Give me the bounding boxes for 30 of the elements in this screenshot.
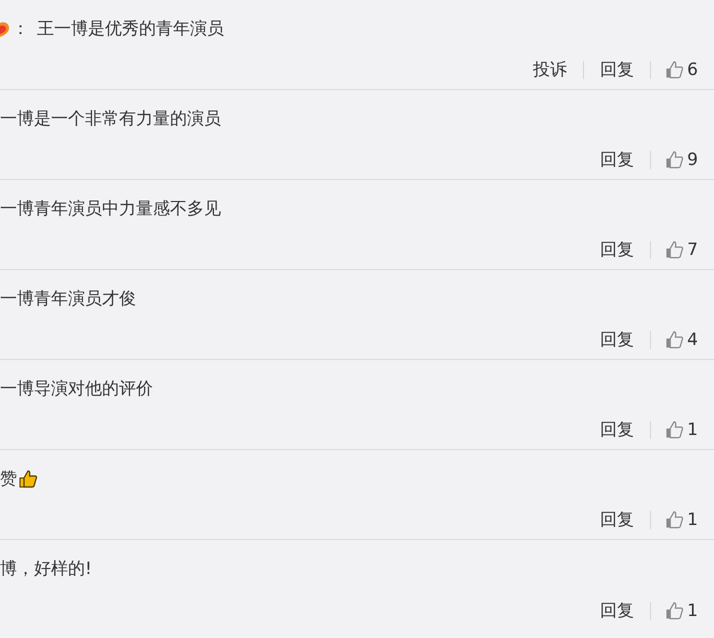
like-button[interactable]: 4: [665, 330, 698, 350]
comment-text: 一博青年演员中力量感不多见: [0, 198, 221, 220]
like-button[interactable]: 6: [665, 60, 698, 80]
thumbs-up-icon: [665, 150, 684, 169]
comment-text: 赞: [0, 468, 17, 490]
action-link[interactable]: 回复: [598, 599, 636, 622]
like-button[interactable]: 1: [665, 420, 698, 440]
thumbs-up-icon: [665, 510, 684, 529]
thumbs-up-icon: [665, 60, 684, 79]
comment-text: 一博导演对他的评价: [0, 378, 153, 400]
action-link[interactable]: 投诉: [531, 58, 570, 81]
action-link[interactable]: 回复: [598, 508, 636, 531]
colon: ：: [12, 18, 29, 40]
action-link[interactable]: 回复: [598, 328, 636, 351]
like-button[interactable]: 1: [665, 510, 698, 530]
thumbs-up-icon: [665, 330, 684, 349]
comment-text: 一博青年演员才俊: [0, 288, 136, 310]
action-link[interactable]: 回复: [598, 238, 636, 261]
thumbs-up-icon: [665, 240, 684, 259]
comment-text: 王一博是优秀的青年演员: [37, 18, 224, 40]
thumbs-up-icon: [665, 420, 684, 439]
action-link[interactable]: 回复: [598, 418, 636, 441]
like-button[interactable]: 7: [665, 240, 698, 260]
action-link[interactable]: 回复: [598, 58, 636, 81]
like-button[interactable]: 9: [665, 150, 698, 170]
comment-text: 博，好样的!: [0, 558, 92, 580]
comment-text: 一博是一个非常有力量的演员: [0, 108, 221, 130]
thumbs-up-icon: [665, 601, 684, 620]
action-link[interactable]: 回复: [598, 148, 636, 171]
like-button[interactable]: 1: [665, 600, 698, 620]
